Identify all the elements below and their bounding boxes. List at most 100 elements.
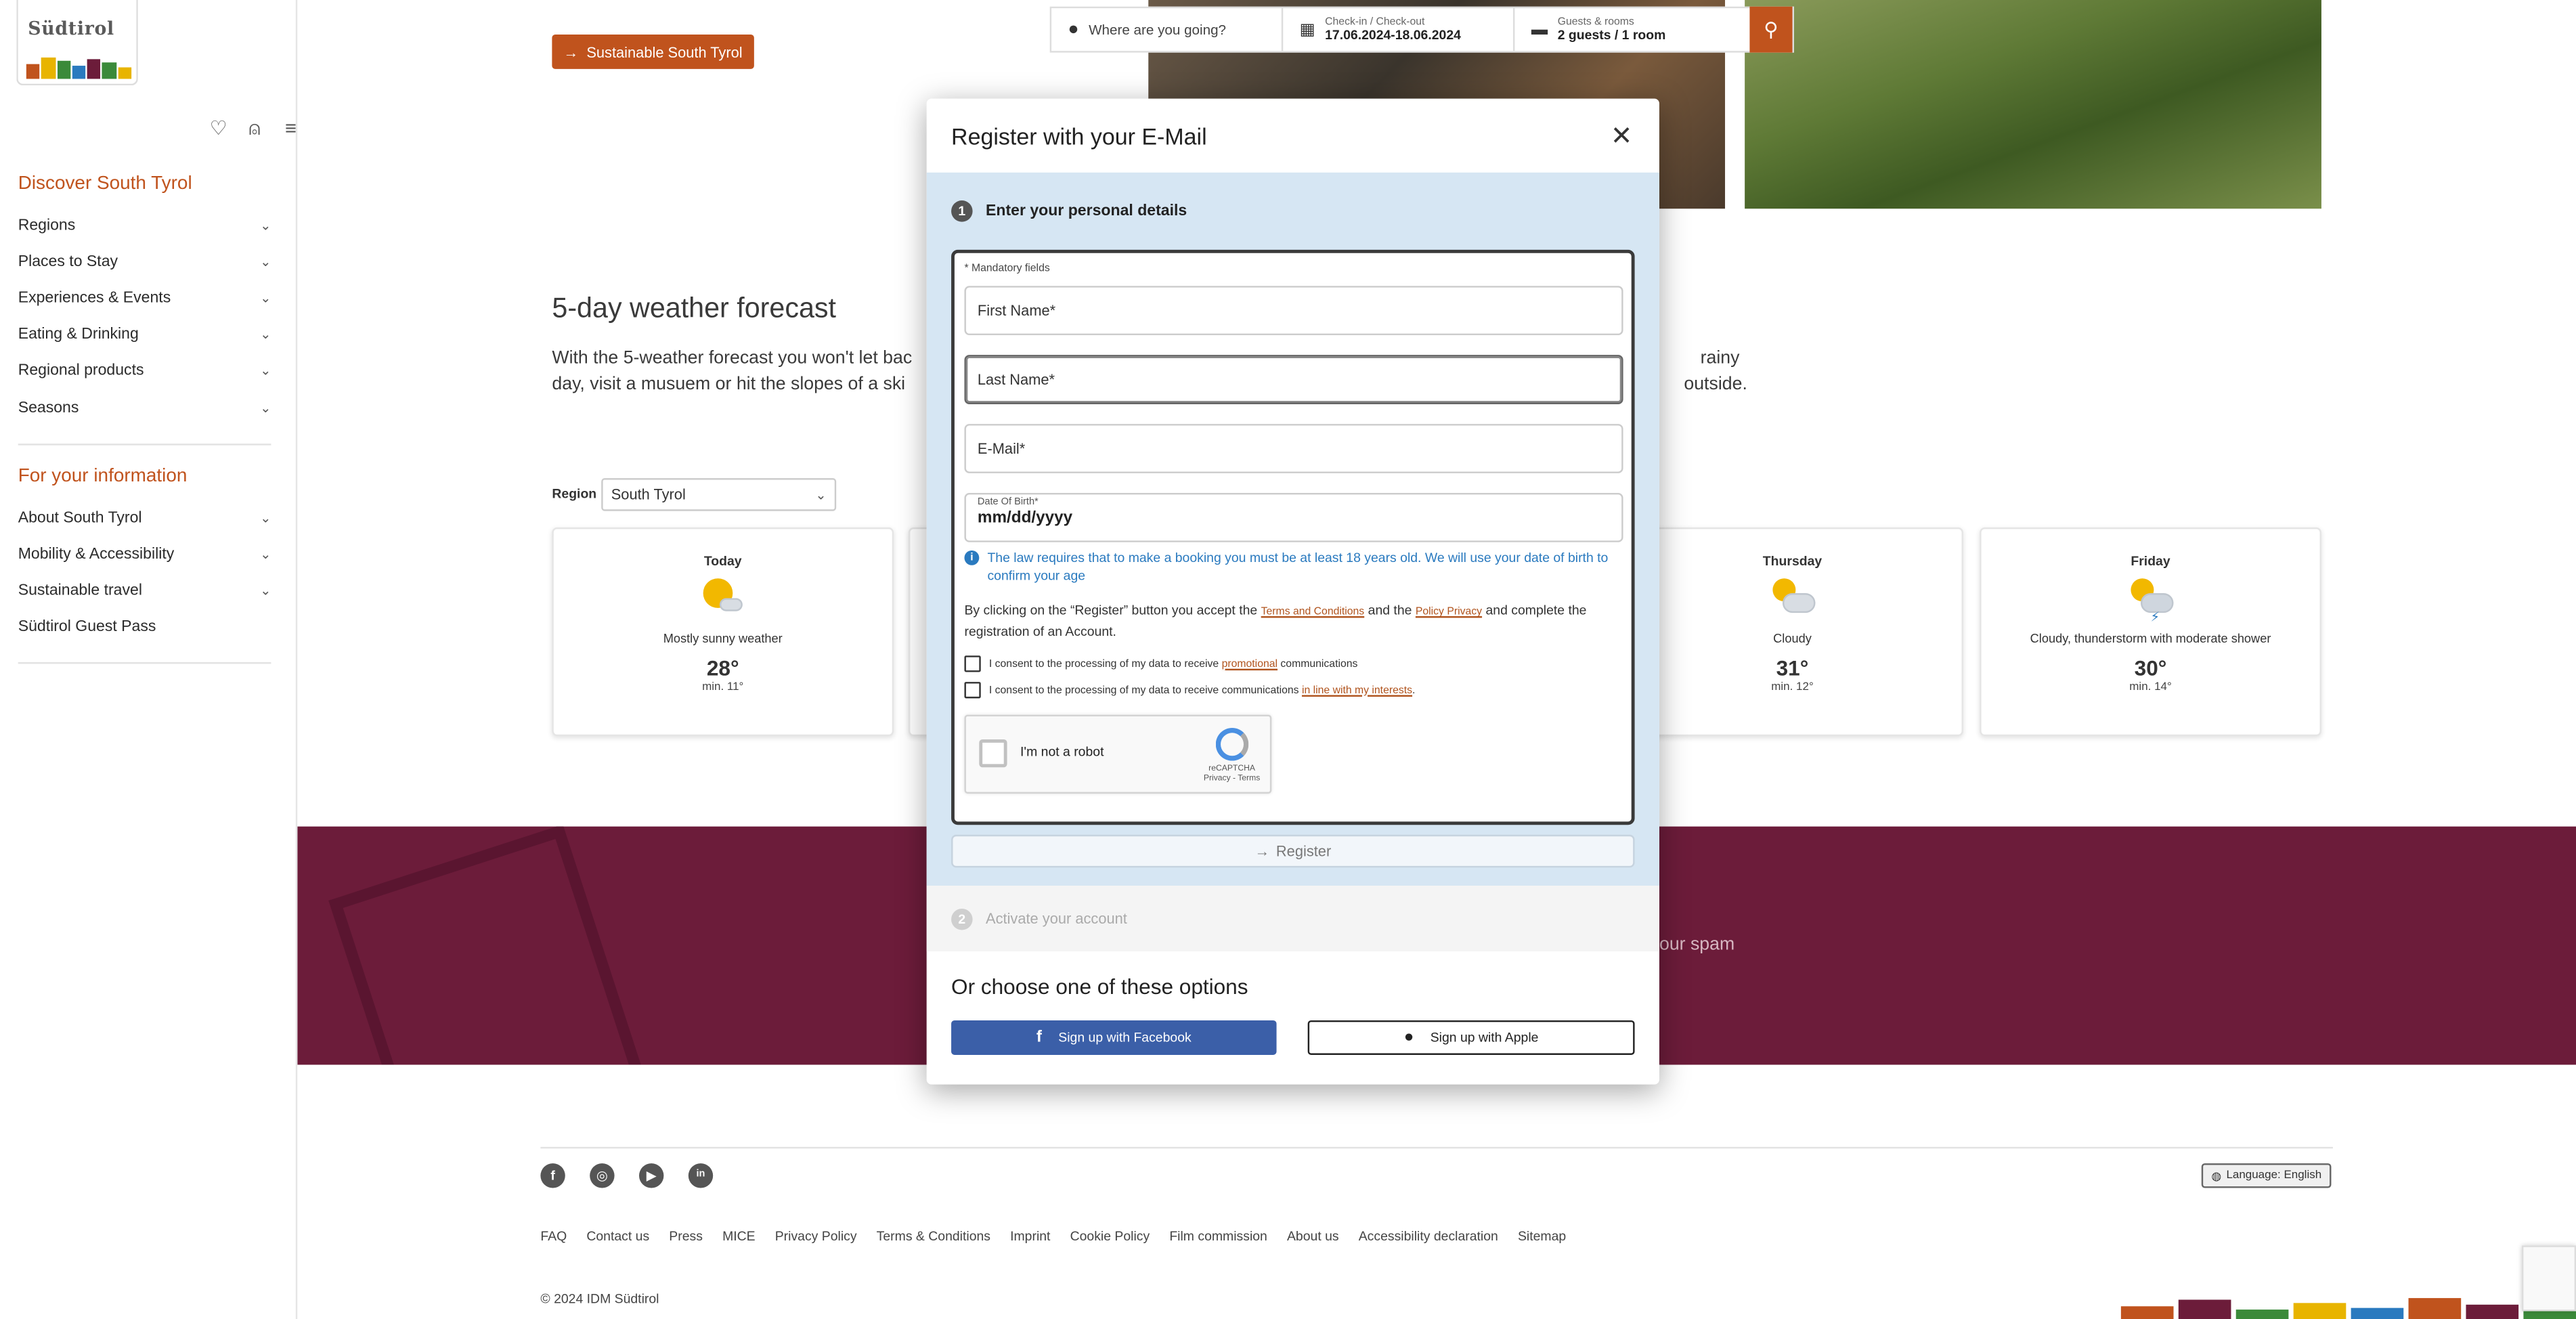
- footer-link[interactable]: Cookie Policy: [1070, 1229, 1150, 1244]
- date-of-birth-field[interactable]: Date Of Birth* mm/dd/yyyy: [964, 493, 1623, 542]
- footer-link[interactable]: FAQ: [540, 1229, 567, 1244]
- footer-link[interactable]: About us: [1287, 1229, 1339, 1244]
- arrow-right-icon: →: [1254, 842, 1270, 860]
- chevron-down-icon: ⌄: [815, 487, 827, 502]
- recaptcha-logo-icon: [1215, 728, 1249, 761]
- registration-form: * Mandatory fields First Name* Last Name…: [951, 249, 1635, 825]
- sidebar-item-eating[interactable]: Eating & Drinking ⌄: [18, 316, 271, 353]
- footer-link[interactable]: Press: [669, 1229, 703, 1244]
- heart-icon[interactable]: ♡: [207, 116, 230, 139]
- weather-card-thursday: Thursday Cloudy 31° min. 12°: [1621, 527, 1963, 737]
- location-pin-icon: ●: [1068, 20, 1079, 40]
- destination-field[interactable]: ● Where are you going?: [1051, 8, 1284, 51]
- mandatory-note: * Mandatory fields: [964, 263, 1050, 275]
- footer-divider: [540, 1146, 2333, 1149]
- footer-link[interactable]: Accessibility declaration: [1359, 1229, 1498, 1244]
- instagram-icon[interactable]: ◎: [590, 1163, 615, 1188]
- facebook-icon[interactable]: f: [540, 1163, 565, 1188]
- close-icon[interactable]: ✕: [1609, 119, 1635, 152]
- chevron-down-icon: ⌄: [260, 364, 271, 379]
- step-personal-details: 1 Enter your personal details * Mandator…: [926, 172, 1659, 886]
- region-select[interactable]: South Tyrol ⌄: [601, 478, 837, 511]
- options-title: Or choose one of these options: [951, 974, 1248, 999]
- footer-link[interactable]: Film commission: [1169, 1229, 1267, 1244]
- thunderstorm-weather-icon: ⚡: [2128, 578, 2174, 624]
- sustainable-south-tyrol-button[interactable]: → Sustainable South Tyrol: [552, 34, 754, 69]
- last-name-field[interactable]: Last Name*: [964, 355, 1623, 404]
- user-icon[interactable]: ⍝: [243, 116, 266, 139]
- envelope-graphic: [328, 826, 645, 1065]
- logo-mountains-graphic: [26, 56, 132, 79]
- promotional-link[interactable]: promotional: [1222, 658, 1278, 670]
- consent-interests-checkbox[interactable]: [964, 682, 981, 699]
- step-header: 1 Enter your personal details: [951, 173, 1635, 250]
- region-label: Region: [552, 486, 597, 502]
- youtube-icon[interactable]: ▶: [638, 1163, 664, 1188]
- email-field[interactable]: E-Mail*: [964, 424, 1623, 473]
- chevron-down-icon: ⌄: [260, 217, 271, 233]
- footer-link[interactable]: Imprint: [1010, 1229, 1050, 1244]
- step-activate-account: 2 Activate your account: [926, 885, 1659, 952]
- sidebar-divider: [18, 662, 271, 664]
- footer-link[interactable]: Privacy Policy: [775, 1229, 857, 1244]
- recaptcha-links[interactable]: Privacy - Terms: [1204, 774, 1260, 784]
- calendar-icon: ▦: [1299, 20, 1315, 39]
- terms-link[interactable]: Terms and Conditions: [1261, 606, 1365, 618]
- sidebar-item-guest-pass[interactable]: Südtirol Guest Pass: [18, 609, 271, 645]
- chevron-down-icon: ⌄: [260, 254, 271, 269]
- sidebar: Südtirol ♡ ⍝ ≡ Discover South Tyrol Regi…: [0, 0, 298, 1319]
- social-links: f ◎ ▶ in: [540, 1163, 714, 1188]
- apple-signup-button[interactable]: ● Sign up with Apple: [1307, 1020, 1635, 1055]
- consent-promotional-checkbox[interactable]: [964, 655, 981, 672]
- facebook-signup-button[interactable]: f Sign up with Facebook: [951, 1020, 1277, 1055]
- weather-title: 5-day weather forecast: [552, 292, 837, 324]
- sidebar-item-experiences[interactable]: Experiences & Events ⌄: [18, 280, 271, 316]
- apple-icon: ●: [1403, 1029, 1414, 1047]
- chevron-down-icon: ⌄: [260, 510, 271, 525]
- dates-field[interactable]: ▦ Check-in / Check-out 17.06.2024-18.06.…: [1283, 8, 1515, 51]
- sidebar-item-regional-products[interactable]: Regional products ⌄: [18, 353, 271, 389]
- register-modal: Register with your E-Mail ✕ 1 Enter your…: [926, 98, 1659, 1085]
- nav-list-discover: Regions ⌄ Places to Stay ⌄ Experiences & E…: [18, 207, 271, 426]
- chevron-down-icon: ⌄: [260, 327, 271, 343]
- linkedin-icon[interactable]: in: [688, 1163, 714, 1188]
- modal-header: Register with your E-Mail ✕: [927, 99, 1659, 173]
- sidebar-item-places-to-stay[interactable]: Places to Stay ⌄: [18, 244, 271, 280]
- sidebar-item-sustainable-travel[interactable]: Sustainable travel ⌄: [18, 572, 271, 609]
- weather-card-today: Today Mostly sunny weather 28° min. 11°: [552, 527, 894, 737]
- nav-list-information: About South Tyrol ⌄ Mobility & Accessibil…: [18, 500, 271, 645]
- search-icon: ⚲: [1764, 18, 1778, 41]
- newsletter-band-text: our spam: [1659, 934, 1735, 955]
- brand-stripes-graphic: [2120, 1295, 2576, 1319]
- menu-icon[interactable]: ≡: [280, 116, 303, 139]
- interests-link[interactable]: in line with my interests: [1302, 685, 1412, 696]
- guests-field[interactable]: ▬ Guests & rooms 2 guests / 1 room: [1515, 8, 1750, 51]
- footer-link[interactable]: Terms & Conditions: [877, 1229, 990, 1244]
- sidebar-item-regions[interactable]: Regions ⌄: [18, 207, 271, 244]
- recaptcha-checkbox[interactable]: [979, 739, 1007, 768]
- facebook-icon: f: [1036, 1029, 1043, 1047]
- first-name-field[interactable]: First Name*: [964, 286, 1623, 336]
- register-button[interactable]: → Register: [951, 834, 1635, 868]
- footer-link[interactable]: MICE: [722, 1229, 756, 1244]
- privacy-link[interactable]: Policy Privacy: [1416, 606, 1482, 618]
- language-button[interactable]: ◍ Language: English: [2201, 1163, 2332, 1188]
- sidebar-item-mobility[interactable]: Mobility & Accessibility ⌄: [18, 536, 271, 573]
- sunny-weather-icon: [700, 578, 746, 618]
- footer-link[interactable]: Sitemap: [1518, 1229, 1566, 1244]
- weather-card-friday: Friday ⚡ Cloudy, thunderstorm with moder…: [1980, 527, 2321, 737]
- sidebar-item-about[interactable]: About South Tyrol ⌄: [18, 500, 271, 536]
- search-button[interactable]: ⚲: [1749, 6, 1793, 53]
- chevron-down-icon: ⌄: [260, 546, 271, 562]
- social-signup-options: Or choose one of these options f Sign up…: [927, 951, 1659, 1055]
- footer-link[interactable]: Contact us: [586, 1229, 649, 1244]
- age-info-note: i The law requires that to make a bookin…: [964, 549, 1621, 585]
- terms-text: By clicking on the “Register” button you…: [964, 603, 1587, 639]
- recaptcha-badge[interactable]: [2521, 1245, 2576, 1312]
- chevron-down-icon: ⌄: [260, 399, 271, 415]
- step-number-badge: 1: [951, 200, 973, 222]
- bed-icon: ▬: [1531, 20, 1548, 39]
- sidebar-item-seasons[interactable]: Seasons ⌄: [18, 389, 271, 426]
- logo[interactable]: Südtirol: [16, 0, 138, 86]
- modal-title: Register with your E-Mail: [951, 122, 1207, 149]
